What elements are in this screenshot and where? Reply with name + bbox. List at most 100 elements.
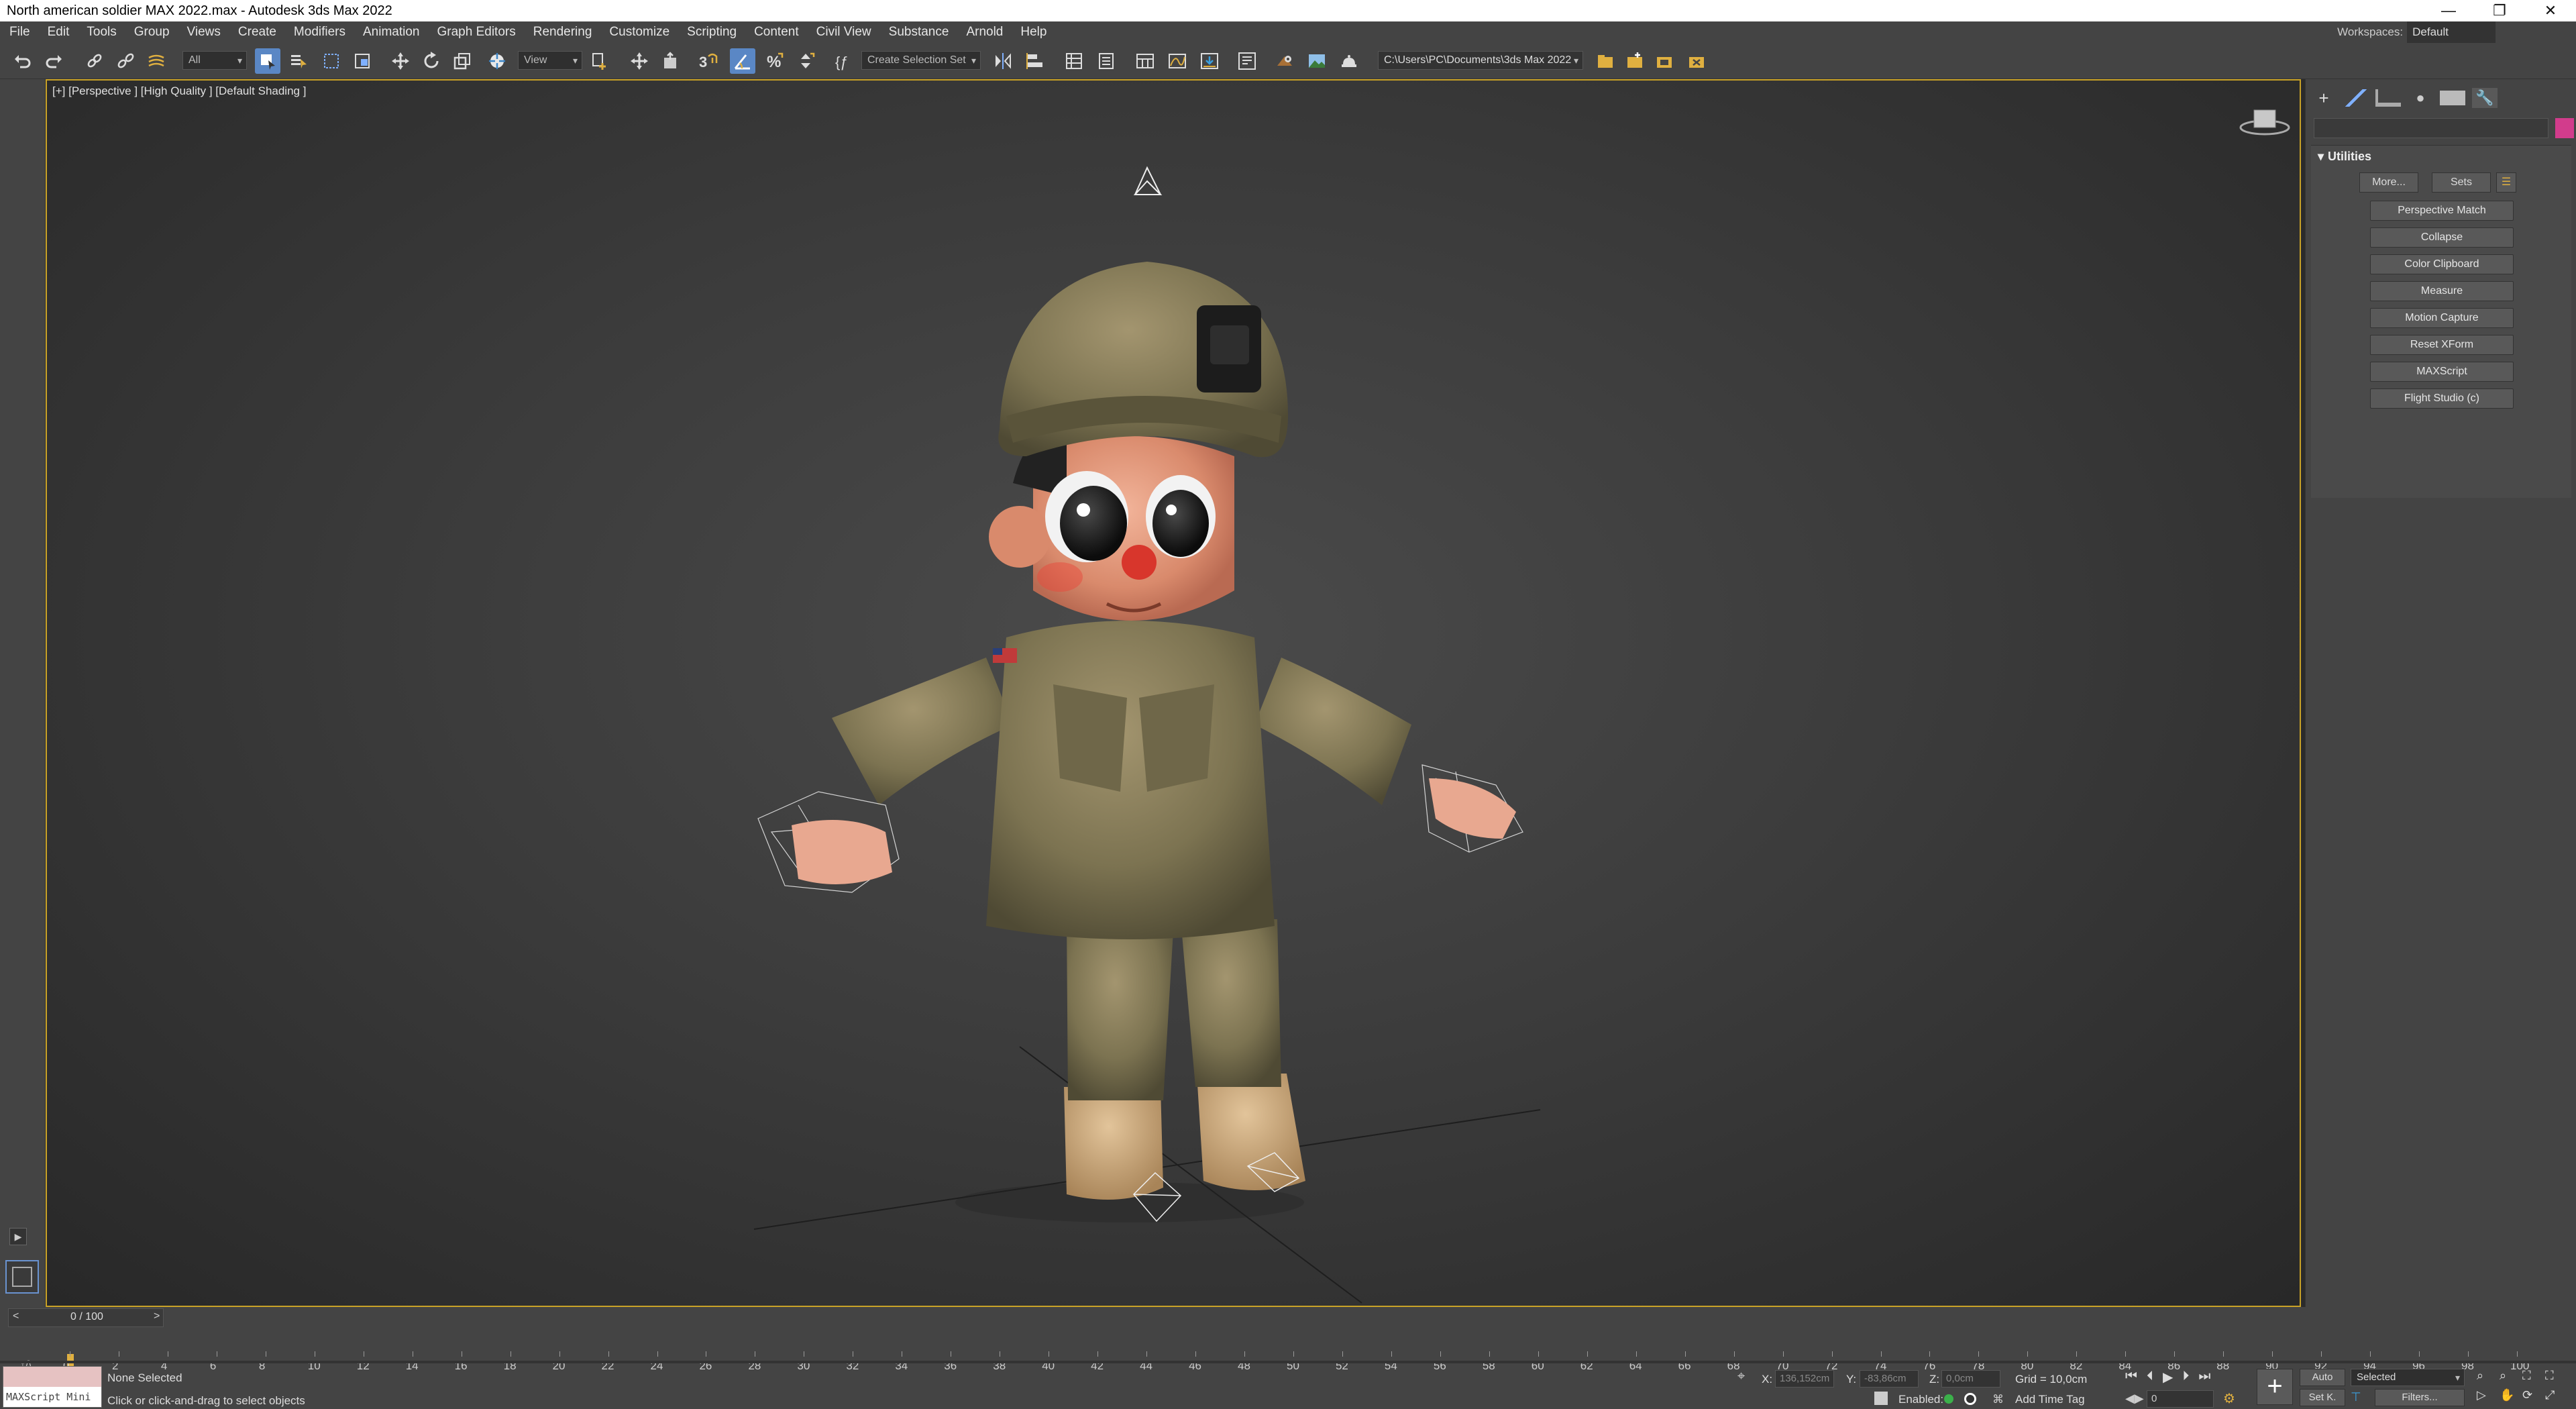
timeline-track[interactable]: ↑/\ 024681012141618202224262830323436384… <box>0 1327 2542 1373</box>
menu-arnold[interactable]: Arnold <box>957 25 1012 40</box>
selection-filter-dropdown[interactable]: All <box>182 51 247 70</box>
maxscript-button[interactable]: MAXScript <box>2370 362 2514 382</box>
set-key-icon[interactable]: + <box>2257 1369 2293 1405</box>
object-name-field[interactable] <box>2314 118 2548 138</box>
time-configuration-icon[interactable]: ⚙ <box>2223 1390 2235 1407</box>
select-by-name-icon[interactable] <box>286 48 311 74</box>
menu-graph-editors[interactable]: Graph Editors <box>429 25 525 40</box>
menu-animation[interactable]: Animation <box>354 25 429 40</box>
isolate-toggle-icon[interactable] <box>1964 1393 1976 1405</box>
viewport-layout-tab[interactable] <box>5 1260 39 1294</box>
pan-icon[interactable]: ✋ <box>2500 1388 2522 1402</box>
curve-editor-icon[interactable] <box>1165 48 1190 74</box>
motion-capture-button[interactable]: Motion Capture <box>2370 308 2514 328</box>
menu-views[interactable]: Views <box>178 25 229 40</box>
menu-file[interactable]: File <box>0 25 39 40</box>
more-button[interactable]: More... <box>2359 172 2418 193</box>
restore-button[interactable]: ❐ <box>2474 0 2525 21</box>
named-selection-dropdown[interactable]: Create Selection Set <box>861 51 981 70</box>
reset-xform-button[interactable]: Reset XForm <box>2370 335 2514 355</box>
menu-group[interactable]: Group <box>125 25 178 40</box>
angle-snap-icon[interactable] <box>730 48 755 74</box>
render-setup-icon[interactable] <box>1272 48 1297 74</box>
rendered-frame-window-icon[interactable] <box>1304 48 1330 74</box>
selection-set-dropdown[interactable]: Selected <box>2351 1369 2465 1386</box>
scene-explorer-icon[interactable] <box>1061 48 1087 74</box>
project-save-icon[interactable] <box>1652 48 1677 74</box>
keyboard-shortcut-override-icon[interactable] <box>657 48 683 74</box>
menu-tools[interactable]: Tools <box>78 25 125 40</box>
project-close-icon[interactable] <box>1684 48 1709 74</box>
enabled-indicator-icon[interactable] <box>1944 1394 1953 1404</box>
key-filters-button[interactable]: Filters... <box>2375 1389 2465 1406</box>
object-color-swatch[interactable] <box>2555 118 2574 138</box>
color-clipboard-button[interactable]: Color Clipboard <box>2370 254 2514 274</box>
key-filters-icon[interactable]: ⊤ <box>2351 1390 2361 1404</box>
measure-button[interactable]: Measure <box>2370 281 2514 301</box>
bind-spacewarp-icon[interactable] <box>144 48 169 74</box>
adaptive-degradation-icon[interactable] <box>1874 1392 1888 1405</box>
workspace-value[interactable]: Default <box>2407 21 2496 43</box>
window-crossing-icon[interactable] <box>350 48 376 74</box>
scale-icon[interactable] <box>449 48 475 74</box>
field-of-view-icon[interactable]: ▷ <box>2477 1388 2500 1402</box>
auto-key-button[interactable]: Auto <box>2300 1369 2345 1386</box>
select-manipulate-icon[interactable] <box>627 48 652 74</box>
go-to-start-icon[interactable]: ⏮ <box>2125 1369 2137 1386</box>
unlink-icon[interactable] <box>113 48 138 74</box>
sets-button[interactable]: Sets <box>2432 172 2491 193</box>
menu-modifiers[interactable]: Modifiers <box>285 25 354 40</box>
hierarchy-tab-icon[interactable] <box>2375 89 2401 107</box>
soldier-character[interactable] <box>757 262 1523 1222</box>
menu-rendering[interactable]: Rendering <box>525 25 601 40</box>
layer-explorer-icon[interactable] <box>1093 48 1119 74</box>
percent-snap-icon[interactable]: % <box>762 48 788 74</box>
modify-tab-icon[interactable] <box>2343 89 2369 107</box>
menu-help[interactable]: Help <box>1012 25 1055 40</box>
configure-button-sets-icon[interactable]: ☰ <box>2496 172 2516 193</box>
previous-frame-icon[interactable]: ⏴ <box>2147 1369 2153 1386</box>
orbit-icon[interactable]: ⟳ <box>2522 1388 2545 1402</box>
align-icon[interactable] <box>1022 48 1048 74</box>
project-folder-dropdown[interactable]: C:\Users\PC\Documents\3ds Max 2022 <box>1378 51 1583 70</box>
set-key-button[interactable]: Set K. <box>2300 1389 2345 1406</box>
perspective-match-button[interactable]: Perspective Match <box>2370 201 2514 221</box>
project-open-icon[interactable] <box>1593 48 1618 74</box>
create-tab-icon[interactable]: + <box>2311 88 2337 109</box>
toggle-ribbon-icon[interactable] <box>1132 48 1158 74</box>
render-production-icon[interactable] <box>1336 48 1362 74</box>
maxscript-listener[interactable]: MAXScript Mini <box>3 1366 102 1408</box>
zoom-extents-all-icon[interactable]: ⛶ <box>2545 1369 2568 1383</box>
time-tag-icon[interactable]: ⌘ <box>1992 1393 2004 1406</box>
zoom-icon[interactable]: ⌕ <box>2477 1369 2500 1383</box>
move-icon[interactable] <box>388 48 413 74</box>
rotate-icon[interactable] <box>419 48 444 74</box>
perspective-viewport[interactable]: [+] [Perspective ] [High Quality ] [Defa… <box>46 79 2301 1307</box>
expand-layouts-button[interactable]: ▶ <box>9 1228 27 1245</box>
menu-civil-view[interactable]: Civil View <box>808 25 880 40</box>
project-new-icon[interactable] <box>1622 48 1648 74</box>
place-icon[interactable] <box>484 48 510 74</box>
zoom-extents-icon[interactable]: ⛶ <box>2522 1369 2545 1383</box>
add-time-tag[interactable]: Add Time Tag <box>2015 1393 2085 1406</box>
mirror-icon[interactable] <box>990 48 1016 74</box>
collapse-button[interactable]: Collapse <box>2370 227 2514 248</box>
material-editor-icon[interactable] <box>1234 48 1260 74</box>
zoom-all-icon[interactable]: ⌕ <box>2500 1369 2522 1383</box>
viewport-scene[interactable] <box>47 81 2301 1307</box>
select-object-icon[interactable] <box>255 48 280 74</box>
close-button[interactable]: ✕ <box>2525 0 2576 21</box>
menu-edit[interactable]: Edit <box>39 25 78 40</box>
motion-tab-icon[interactable]: ● <box>2408 89 2433 107</box>
redo-icon[interactable] <box>42 48 67 74</box>
menu-scripting[interactable]: Scripting <box>678 25 745 40</box>
link-icon[interactable] <box>82 48 107 74</box>
menu-content[interactable]: Content <box>745 25 808 40</box>
undo-icon[interactable] <box>9 48 35 74</box>
schematic-view-icon[interactable] <box>1197 48 1222 74</box>
go-to-end-icon[interactable]: ⏭ <box>2198 1369 2210 1386</box>
snaps-toggle-icon[interactable]: 3 <box>696 48 722 74</box>
maximize-viewport-icon[interactable]: ⤢ <box>2545 1388 2568 1402</box>
display-tab-icon[interactable] <box>2440 91 2465 105</box>
reference-coordinate-dropdown[interactable]: View <box>518 51 582 70</box>
